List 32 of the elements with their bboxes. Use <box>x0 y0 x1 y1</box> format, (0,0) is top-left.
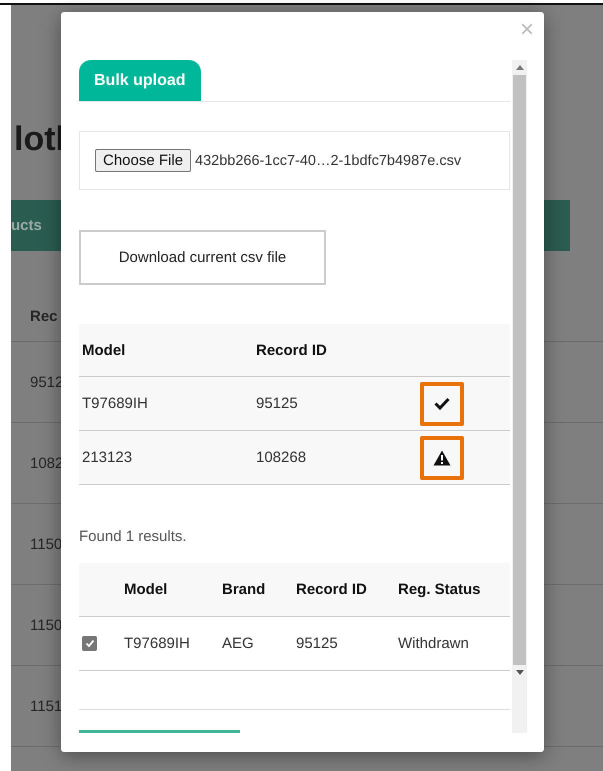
row-checkbox[interactable] <box>82 636 97 651</box>
nav-item[interactable]: ucts <box>11 217 42 234</box>
table-cell-text: AEG <box>222 635 255 652</box>
scrollbar[interactable] <box>512 60 527 733</box>
column-header: Brand <box>222 581 266 598</box>
table-cell-text: 95125 <box>256 395 299 412</box>
tab[interactable]: Bulk upload <box>79 60 201 101</box>
checkmark-icon <box>84 639 94 648</box>
results-count: Found 1 results. <box>79 528 188 545</box>
table-cell-text: 108268 <box>256 449 308 466</box>
scroll-down-icon[interactable] <box>516 670 524 675</box>
table-cell-text: 213123 <box>81 449 134 466</box>
column-header: Record ID <box>256 342 328 358</box>
choose-file-button[interactable]: Choose File <box>95 149 192 172</box>
file-name: 432bb266-1cc7-40…2-1bdfc7b4987e.csv <box>195 152 462 168</box>
column-header: Model <box>81 342 126 358</box>
close-button[interactable]: × <box>520 18 534 42</box>
table-cell-text: Withdrawn <box>398 635 470 652</box>
table-cell: 1150 <box>30 536 62 552</box>
table-cell-text: T97689IH <box>81 395 149 412</box>
warning-icon <box>433 450 451 466</box>
table-cell-text: T97689IH <box>124 635 191 652</box>
table-cell-text: 95125 <box>296 635 339 652</box>
column-header: Record ID <box>296 581 368 598</box>
scroll-up-icon[interactable] <box>516 65 524 70</box>
column-header: Rec <box>30 308 58 324</box>
column-header: Reg. Status <box>398 581 482 598</box>
table-cell: 1150 <box>30 616 62 634</box>
checkmark-icon <box>434 397 450 410</box>
table-cell: 1151 <box>30 698 62 714</box>
download-button[interactable]: Download current csv file <box>79 230 326 285</box>
column-header: Model <box>124 581 168 598</box>
